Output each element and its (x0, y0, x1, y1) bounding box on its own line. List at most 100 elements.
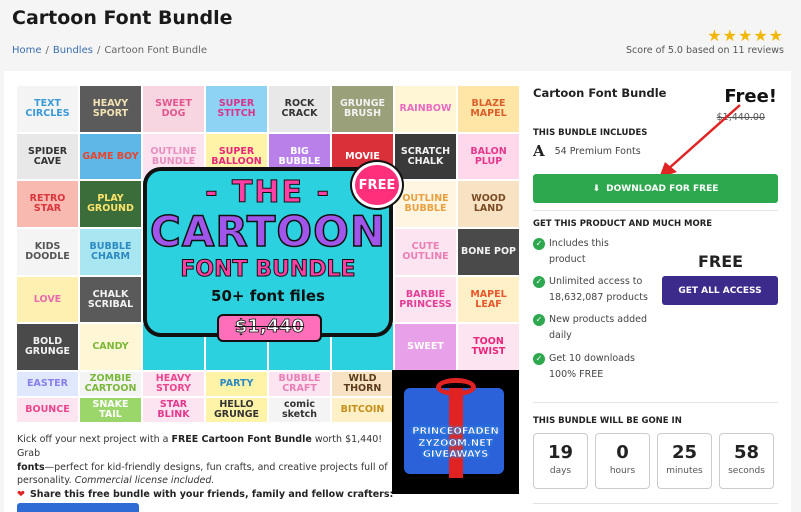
font-preview-tile: BLAZE MAPEL (458, 86, 519, 132)
check-circle-icon: ✓ (533, 276, 545, 288)
divider (533, 503, 778, 504)
font-preview-tile: CANDY (80, 324, 141, 371)
check-circle-icon: ✓ (533, 238, 545, 250)
font-preview-tile: OUTLINE BUBBLE (395, 181, 456, 228)
share-prompt: ❤ Share this free bundle with your frien… (17, 489, 393, 500)
share-facebook-button[interactable] (17, 503, 139, 512)
font-preview-tile: STAR BLINK (143, 398, 204, 422)
breadcrumb-separator: / (45, 45, 49, 56)
heart-icon: ❤ (17, 489, 25, 500)
font-preview-tile: GRUNGE BRUSH (332, 86, 393, 132)
font-preview-tile: HEAVY SPORT (80, 86, 141, 132)
breadcrumb-home-link[interactable]: Home (12, 45, 42, 56)
giveaway-line-2: ZYZOOM.NET (418, 437, 493, 449)
license-note: Commercial license included. (74, 475, 215, 487)
countdown-value: 19 (547, 442, 574, 463)
benefit-text: Get 10 downloads 100% FREE (549, 353, 635, 380)
font-preview-tile: BOLD GRUNGE (17, 324, 78, 371)
check-circle-icon: ✓ (533, 353, 545, 365)
benefit-item: ✓ Includes this product (533, 236, 648, 267)
font-preview-tile: SPIDER CAVE (17, 133, 78, 180)
font-preview-tile: MAPEL LEAF (458, 276, 519, 323)
share-text: Share this free bundle with your friends… (29, 489, 394, 500)
countdown-seconds: 58 seconds (719, 433, 774, 489)
font-preview-tile: CHALK SCRIBAL (80, 276, 141, 323)
giveaway-image: PRINCEOFADEN ZYZOOM.NET GIVEAWAYS (392, 370, 519, 494)
download-button-label: DOWNLOAD FOR FREE (606, 183, 719, 194)
font-preview-tile: SWEET (395, 324, 456, 371)
gift-bow-icon (436, 378, 476, 396)
font-preview-tile: BOUNCE (17, 398, 78, 422)
font-count: A 54 Premium Fonts (533, 142, 641, 160)
font-icon: A (533, 142, 545, 160)
countdown-unit: minutes (666, 466, 703, 476)
font-preview-tile: GAME BOY (80, 133, 141, 180)
get-all-access-button[interactable]: GET ALL ACCESS (662, 276, 778, 305)
font-preview-tile: BUBBLE CRAFT (269, 372, 330, 397)
countdown-unit: days (549, 466, 572, 476)
countdown-unit: seconds (728, 466, 765, 476)
hero-files-text: 50+ font files (211, 287, 325, 305)
breadcrumb-bundles-link[interactable]: Bundles (53, 45, 93, 56)
font-preview-tile: SCRATCH CHALK (395, 133, 456, 180)
font-preview-tile: EASTER (17, 372, 78, 397)
font-preview-tile: RAINBOW (395, 86, 456, 132)
giveaway-line-1: PRINCEOFADEN (412, 426, 499, 437)
font-preview-tile: TOON TWIST (458, 324, 519, 371)
font-preview-tile: WOOD LAND (458, 181, 519, 228)
font-preview-tile: WILD THORN (332, 372, 393, 397)
rating: ★★★★★ (707, 26, 784, 45)
countdown-minutes: 25 minutes (657, 433, 712, 489)
breadcrumb-separator: / (96, 45, 101, 56)
divider (533, 402, 778, 403)
benefit-text: Unlimited access to 18,632,087 products (549, 276, 648, 303)
giveaway-line-3: GIVEAWAYS (422, 449, 489, 460)
description-text: Kick off your next project with a (17, 434, 172, 445)
access-free-label: FREE (698, 252, 744, 271)
more-label: GET THIS PRODUCT AND MUCH MORE (533, 219, 713, 229)
countdown-timer: 19 days 0 hours 25 minutes 58 seconds (533, 433, 774, 489)
font-preview-tile: BUBBLE CHARM (80, 229, 141, 275)
font-preview-tile: BONE POP (458, 229, 519, 275)
page-title: Cartoon Font Bundle (12, 7, 233, 29)
font-preview-tile: BITCOIN (332, 398, 393, 422)
countdown-value: 0 (616, 442, 629, 463)
product-description: Kick off your next project with a FREE C… (17, 433, 393, 488)
font-preview-tile: SWEET DOG (143, 86, 204, 132)
font-preview-tile: SNAKE TAIL (80, 398, 141, 422)
description-text: —perfect for kid-friendly designs, fun c… (44, 461, 388, 473)
font-preview-tile: HEAVY STORY (143, 372, 204, 397)
font-preview-tile: LOVE (17, 276, 78, 323)
countdown-days: 19 days (533, 433, 588, 489)
countdown-unit: hours (609, 466, 636, 476)
font-preview-tile: BARBIE PRINCESS (395, 276, 456, 323)
download-for-free-button[interactable]: ⬇ DOWNLOAD FOR FREE (533, 174, 778, 203)
benefit-item: ✓ New products added daily (533, 312, 648, 343)
check-circle-icon: ✓ (533, 314, 545, 326)
font-preview-tile: KIDS DOODLE (17, 229, 78, 275)
download-icon: ⬇ (592, 183, 601, 194)
countdown-value: 58 (733, 442, 760, 463)
free-badge: FREE (352, 162, 402, 208)
font-preview-tile: HELLO GRUNGE (206, 398, 267, 422)
benefit-text: New products added daily (549, 314, 648, 341)
benefit-text: Includes this product (549, 238, 609, 265)
font-preview-tile: ROCK CRACK (269, 86, 330, 132)
description-text: personality. (17, 475, 75, 487)
font-preview-tile: PLAY GROUND (80, 181, 141, 228)
description-bold: FREE Cartoon Font Bundle (171, 434, 312, 445)
font-preview-tile: PARTY (206, 372, 267, 397)
font-preview-tile: SUPER STITCH (206, 86, 267, 132)
font-preview-tile: comic sketch (269, 398, 330, 422)
breadcrumb-current: Cartoon Font Bundle (104, 45, 207, 56)
countdown-value: 25 (671, 442, 698, 463)
font-preview-tile: CUTE OUTLINE (395, 229, 456, 275)
font-preview-tile: RETRO STAR (17, 181, 78, 228)
breadcrumb: Home / Bundles / Cartoon Font Bundle (12, 45, 207, 56)
countdown-hours: 0 hours (595, 433, 650, 489)
font-preview-tile: ZOMBIE CARTOON (80, 372, 141, 397)
benefit-item: ✓ Unlimited access to 18,632,087 product… (533, 274, 648, 305)
giveaway-text: PRINCEOFADEN ZYZOOM.NET GIVEAWAYS (392, 426, 519, 461)
divider (533, 210, 778, 211)
hero-title-text: CARTOON (149, 206, 386, 257)
